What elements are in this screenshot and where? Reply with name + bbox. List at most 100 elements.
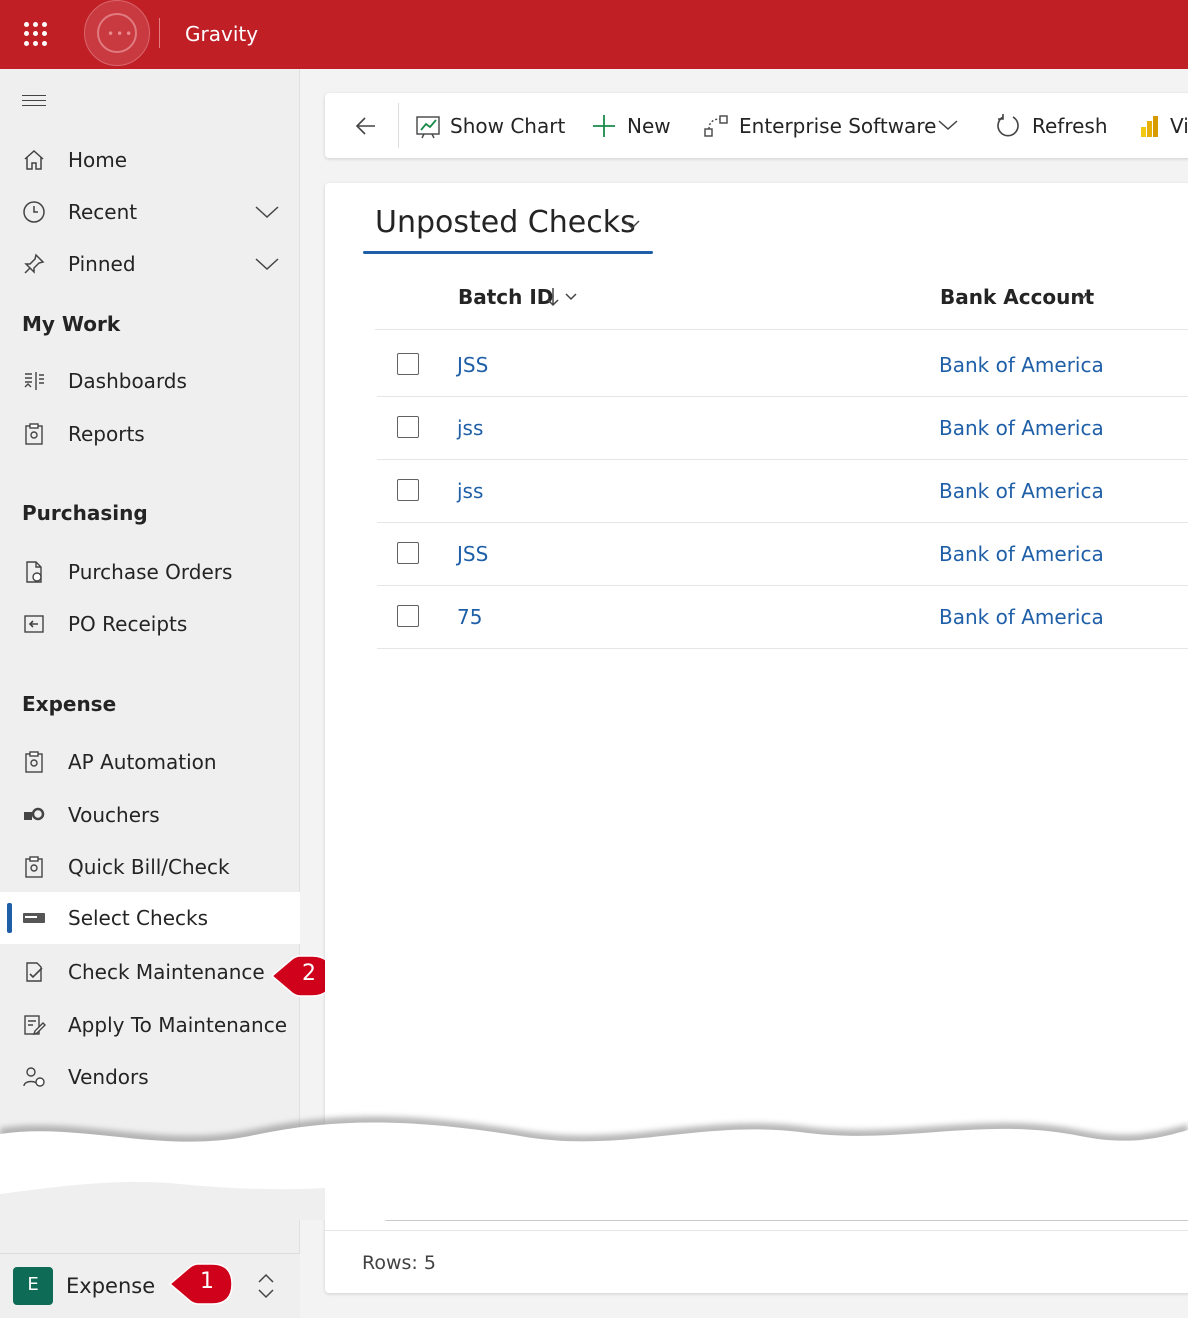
group-title-my-work: My Work	[22, 312, 121, 336]
sidebar-item-label: Check Maintenance	[68, 960, 265, 984]
table-row[interactable]: jss Bank of America	[377, 396, 1188, 460]
sidebar-item-label: Quick Bill/Check	[68, 855, 230, 879]
sidebar-item-vendors[interactable]: Vendors	[0, 1051, 300, 1103]
chevron-down-icon[interactable]	[254, 254, 280, 274]
hamburger-menu-icon[interactable]	[22, 95, 46, 110]
refresh-button[interactable]: Refresh	[995, 93, 1115, 158]
sidebar-item-reports[interactable]: Reports	[0, 408, 300, 460]
horizontal-scrollbar[interactable]	[383, 1213, 1188, 1221]
divider	[159, 18, 160, 48]
check-maintenance-icon	[26, 962, 43, 982]
top-bar: ••• Gravity	[0, 0, 1188, 69]
chevron-down-icon[interactable]	[623, 219, 641, 231]
show-chart-button[interactable]: Show Chart	[413, 93, 565, 158]
sidebar-item-label: Dashboards	[68, 369, 187, 393]
bank-account-link[interactable]: Bank of America	[939, 605, 1104, 629]
batch-id-link[interactable]: jss	[457, 416, 483, 440]
sidebar-item-label: PO Receipts	[68, 612, 188, 636]
batch-id-link[interactable]: jss	[457, 479, 483, 503]
sidebar-item-home[interactable]: Home	[0, 134, 300, 186]
sidebar-item-label: Recent	[68, 200, 138, 224]
report-icon	[25, 856, 43, 878]
grid-panel: Unposted Checks Batch ID Bank Account JS…	[325, 183, 1188, 1293]
sidebar-item-quick-bill-check[interactable]: Quick Bill/Check	[0, 841, 300, 893]
command-bar: Show Chart New Enterprise Software Refre…	[325, 93, 1188, 158]
sidebar-item-dashboards[interactable]: Dashboards	[0, 355, 300, 407]
area-switcher[interactable]: E Expense	[0, 1253, 300, 1318]
sidebar-item-apply-to-maintenance[interactable]: Apply To Maintenance	[0, 999, 300, 1051]
purchase-order-icon	[26, 561, 42, 583]
sidebar-item-label: Purchase Orders	[68, 560, 233, 584]
table-row[interactable]: JSS Bank of America	[377, 333, 1188, 397]
refresh-icon	[997, 114, 1019, 137]
sidebar-item-check-maintenance[interactable]: Check Maintenance	[0, 946, 300, 998]
app-launcher-icon[interactable]	[24, 22, 48, 46]
table-row[interactable]: JSS Bank of America	[377, 522, 1188, 586]
sidebar-item-label: Reports	[68, 422, 145, 446]
view-selector-title[interactable]: Unposted Checks	[375, 205, 636, 240]
chevron-down-icon[interactable]	[564, 291, 578, 303]
sidebar-item-select-checks[interactable]: Select Checks	[0, 892, 300, 944]
row-checkbox[interactable]	[397, 416, 419, 438]
new-button[interactable]: New	[591, 93, 681, 158]
sidebar-item-label: Vouchers	[68, 803, 160, 827]
batch-id-link[interactable]: 75	[457, 605, 482, 629]
area-badge: E	[13, 1267, 53, 1305]
batch-id-link[interactable]: JSS	[457, 353, 488, 377]
group-title-expense: Expense	[22, 692, 117, 716]
divider	[398, 103, 399, 148]
row-checkbox[interactable]	[397, 605, 419, 627]
chevron-down-icon[interactable]	[1075, 291, 1089, 303]
app-name[interactable]: Gravity	[185, 22, 258, 46]
dashboard-icon	[24, 372, 44, 390]
flow-icon	[704, 115, 728, 137]
sidebar-item-label: Vendors	[68, 1065, 149, 1089]
brand-logo: •••	[84, 0, 150, 66]
column-header-bank-account[interactable]: Bank Account	[940, 285, 1094, 309]
row-checkbox[interactable]	[397, 479, 419, 501]
home-icon	[24, 149, 44, 170]
column-header-label: Batch ID	[458, 285, 554, 309]
report-icon	[25, 751, 43, 773]
chevron-down-icon[interactable]	[254, 202, 280, 222]
chart-icon	[416, 116, 440, 139]
row-checkbox[interactable]	[397, 353, 419, 375]
sidebar-item-recent[interactable]: Recent	[0, 186, 300, 238]
chevron-up-down-icon[interactable]	[256, 1271, 276, 1301]
sidebar-item-ap-automation[interactable]: AP Automation	[0, 736, 300, 788]
column-header-label: Bank Account	[940, 285, 1095, 309]
column-header-batch-id[interactable]: Batch ID	[458, 285, 577, 309]
sidebar-item-po-receipts[interactable]: PO Receipts	[0, 598, 300, 650]
bank-account-link[interactable]: Bank of America	[939, 542, 1104, 566]
check-icon	[23, 913, 45, 923]
table-row[interactable]: jss Bank of America	[377, 459, 1188, 523]
footer-divider	[325, 1230, 1188, 1231]
sidebar: Home Recent Pinned My Work Dashboards Re…	[0, 69, 300, 1317]
sidebar-item-purchase-orders[interactable]: Purchase Orders	[0, 546, 300, 598]
power-bi-icon	[1141, 116, 1158, 137]
callout-badge: 1	[168, 1263, 234, 1305]
sidebar-item-label: Apply To Maintenance	[68, 1013, 288, 1037]
sidebar-item-vouchers[interactable]: Vouchers	[0, 789, 300, 841]
bank-account-link[interactable]: Bank of America	[939, 416, 1104, 440]
sidebar-item-label: Home	[68, 148, 128, 172]
chevron-down-icon[interactable]	[937, 115, 959, 135]
enterprise-software-button[interactable]: Enterprise Software	[703, 93, 963, 158]
batch-id-link[interactable]: JSS	[457, 542, 488, 566]
sidebar-item-label: AP Automation	[68, 750, 217, 774]
row-checkbox[interactable]	[397, 542, 419, 564]
sort-descending-icon	[547, 288, 559, 307]
row-count: Rows: 5	[362, 1252, 436, 1274]
bank-account-link[interactable]: Bank of America	[939, 479, 1104, 503]
pin-icon	[24, 253, 45, 274]
voucher-icon	[24, 807, 45, 821]
area-label: Expense	[66, 1274, 156, 1298]
sidebar-item-pinned[interactable]: Pinned	[0, 238, 300, 290]
table-row[interactable]: 75 Bank of America	[377, 585, 1188, 649]
back-arrow-icon[interactable]	[353, 113, 379, 139]
report-icon	[25, 423, 43, 445]
visualize-button[interactable]: Vi	[1135, 93, 1188, 158]
bank-account-link[interactable]: Bank of America	[939, 353, 1104, 377]
plus-icon	[593, 115, 615, 137]
group-title-purchasing: Purchasing	[22, 501, 148, 525]
